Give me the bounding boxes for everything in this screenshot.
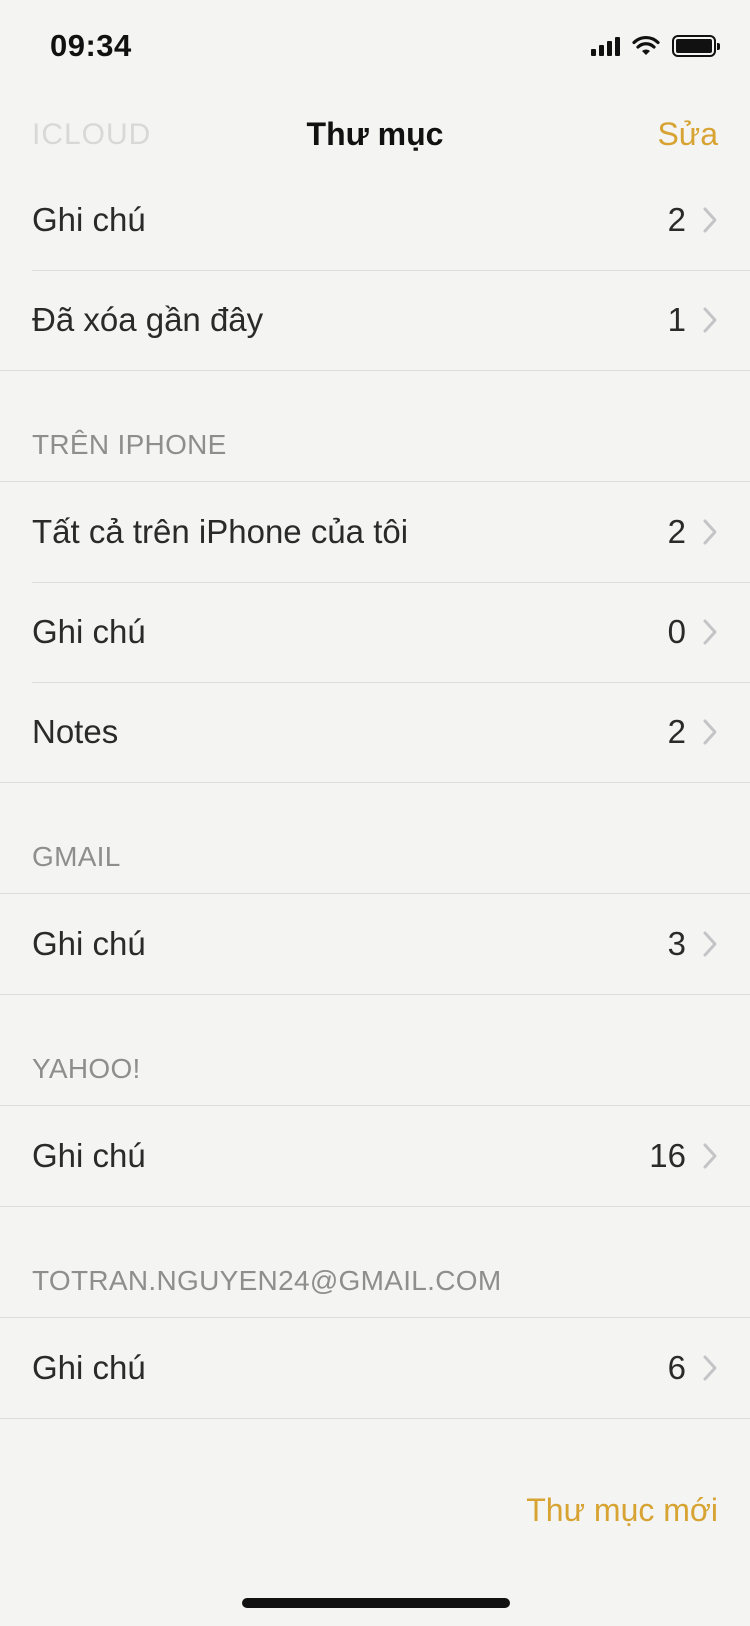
folder-name: Ghi chú bbox=[32, 201, 146, 238]
folder-row[interactable]: Đã xóa gần đây 1 bbox=[0, 270, 750, 370]
folder-name: Ghi chú bbox=[32, 1137, 146, 1174]
folder-row[interactable]: Notes 2 bbox=[0, 682, 750, 782]
folder-group-icloud: Ghi chú 2 Đã xóa gần đây 1 bbox=[0, 170, 750, 371]
folder-row[interactable]: Ghi chú 0 bbox=[0, 582, 750, 682]
folder-count: 1 bbox=[667, 301, 686, 338]
chevron-right-icon bbox=[702, 617, 720, 647]
section-header: GMAIL bbox=[0, 783, 750, 893]
chevron-right-icon bbox=[702, 305, 720, 335]
folder-count: 6 bbox=[667, 1349, 686, 1386]
section-header: TRÊN IPHONE bbox=[0, 371, 750, 481]
folder-name: Ghi chú bbox=[32, 925, 146, 962]
folder-row[interactable]: Tất cả trên iPhone của tôi 2 bbox=[0, 482, 750, 582]
chevron-right-icon bbox=[702, 1141, 720, 1171]
home-indicator[interactable] bbox=[242, 1598, 510, 1608]
status-icons bbox=[591, 34, 720, 58]
status-bar: 09:34 bbox=[0, 0, 750, 92]
folder-name: Notes bbox=[32, 713, 119, 750]
folder-row[interactable]: Ghi chú 3 bbox=[0, 894, 750, 994]
folder-name: Ghi chú bbox=[32, 1349, 146, 1386]
section-header: TOTRAN.NGUYEN24@GMAIL.COM bbox=[0, 1207, 750, 1317]
folder-group-iphone: Tất cả trên iPhone của tôi 2 Ghi chú 0 N… bbox=[0, 481, 750, 783]
signal-icon bbox=[591, 36, 620, 56]
folder-list: Ghi chú 2 Đã xóa gần đây 1 TRÊN IPHONE T… bbox=[0, 170, 750, 1419]
folder-count: 0 bbox=[667, 613, 686, 650]
folder-row[interactable]: Ghi chú 2 bbox=[0, 170, 750, 270]
navigation-bar: ICLOUD Thư mục Sửa bbox=[0, 92, 750, 176]
folder-count: 2 bbox=[667, 513, 686, 550]
chevron-right-icon bbox=[702, 1353, 720, 1383]
folder-group-gmail: Ghi chú 3 bbox=[0, 893, 750, 995]
new-folder-button[interactable]: Thư mục mới bbox=[526, 1492, 718, 1529]
folder-name: Ghi chú bbox=[32, 613, 146, 650]
chevron-right-icon bbox=[702, 517, 720, 547]
chevron-right-icon bbox=[702, 205, 720, 235]
section-header: YAHOO! bbox=[0, 995, 750, 1105]
section-header-label: GMAIL bbox=[32, 841, 121, 872]
folder-count: 16 bbox=[649, 1137, 686, 1174]
section-header-label: TRÊN IPHONE bbox=[32, 429, 227, 460]
folder-name: Tất cả trên iPhone của tôi bbox=[32, 513, 409, 550]
wifi-icon bbox=[632, 35, 660, 57]
battery-icon bbox=[672, 35, 720, 57]
section-header-label: YAHOO! bbox=[32, 1053, 141, 1084]
folder-count: 2 bbox=[667, 713, 686, 750]
folder-group-yahoo: Ghi chú 16 bbox=[0, 1105, 750, 1207]
section-header-label: TOTRAN.NGUYEN24@GMAIL.COM bbox=[32, 1265, 502, 1296]
edit-button[interactable]: Sửa bbox=[657, 116, 718, 153]
chevron-right-icon bbox=[702, 717, 720, 747]
chevron-right-icon bbox=[702, 929, 720, 959]
folder-row[interactable]: Ghi chú 16 bbox=[0, 1106, 750, 1206]
folder-count: 2 bbox=[667, 201, 686, 238]
folder-name: Đã xóa gần đây bbox=[32, 301, 264, 338]
page-title: Thư mục bbox=[306, 116, 444, 152]
folder-group-account: Ghi chú 6 bbox=[0, 1317, 750, 1419]
status-time: 09:34 bbox=[50, 28, 132, 63]
folder-count: 3 bbox=[667, 925, 686, 962]
folder-row[interactable]: Ghi chú 6 bbox=[0, 1318, 750, 1418]
